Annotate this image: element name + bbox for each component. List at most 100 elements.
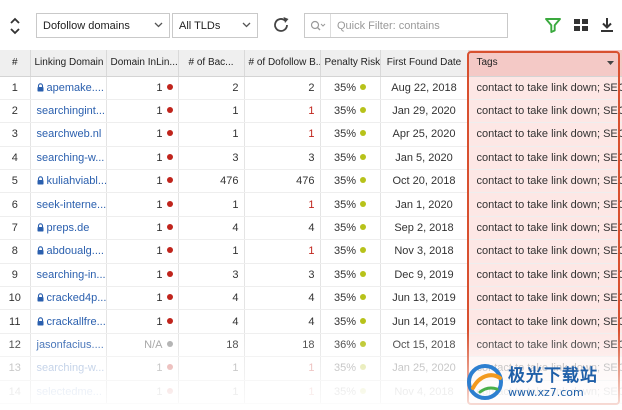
table-row[interactable]: 6 seek-interne... 1 1 1 35% Jan 1, 2020 contact… (0, 192, 622, 217)
lock-icon (37, 223, 43, 232)
tags-cell[interactable]: contact to take link down; SEO ... (468, 76, 622, 100)
watermark-logo-icon (467, 364, 503, 400)
column-header-tags[interactable]: Tags (468, 50, 622, 77)
linking-domain-cell: seek-interne... (30, 192, 107, 217)
backlinks-cell: 4 (178, 216, 245, 241)
risk-dot (360, 130, 367, 137)
domain-inlinks-value: 1 (156, 175, 163, 188)
risk-dot (360, 247, 367, 254)
row-number: 10 (0, 286, 31, 311)
search-options-button[interactable] (305, 14, 331, 37)
linking-domain-link[interactable]: searching-w... (37, 362, 105, 374)
dofollow-backlinks-cell: 1 (244, 380, 321, 404)
column-header-domain-inlinks[interactable]: Domain InLin... (106, 50, 179, 77)
linking-domain-link[interactable]: searching-w... (37, 152, 105, 164)
penalty-risk-value: 35% (333, 362, 357, 375)
domain-type-select-value: Dofollow domains (43, 19, 130, 32)
linking-domain-link[interactable]: preps.de (47, 222, 90, 234)
table-row[interactable]: 11 crackallfre... 1 4 4 35% Jun 14, 2019 contac… (0, 309, 622, 334)
column-header-penalty-risk[interactable]: Penalty Risk (320, 50, 381, 77)
table-row[interactable]: 7 preps.de 1 4 4 35% Sep 2, 2018 contact to tak… (0, 216, 622, 241)
tags-cell[interactable]: contact to take link down; SEO ... (468, 146, 622, 171)
table-row[interactable]: 8 abdoualg.... 1 1 1 35% Nov 3, 2018 contact to… (0, 239, 622, 264)
tags-cell[interactable]: contact to take link down; SEO ... (468, 309, 622, 334)
export-button[interactable] (598, 16, 616, 34)
linking-domain-link[interactable]: searchingint... (37, 105, 105, 117)
table-row[interactable]: 5 kuliahviabl... 1 476 476 35% Oct 20, 2018 con… (0, 169, 622, 194)
table-row[interactable]: 12 jasonfacius.... N/A 18 18 36% Oct 15, 2018 c… (0, 333, 622, 358)
penalty-risk-value: 35% (333, 315, 357, 328)
table-row[interactable]: 1 apemake.... 1 2 2 35% Aug 22, 2018 contact to… (0, 76, 622, 100)
table-row[interactable]: 2 searchingint... 1 1 1 35% Jan 29, 2020 contac… (0, 99, 622, 124)
linking-domain-cell: searchingint... (30, 99, 107, 124)
linking-domain-link[interactable]: kuliahviabl... (47, 175, 106, 187)
penalty-risk-cell: 35% (320, 286, 381, 311)
column-header-dofollow-backlinks[interactable]: # of Dofollow B... (244, 50, 321, 77)
tags-cell[interactable]: contact to take link down; SEO ... (468, 263, 622, 288)
penalty-risk-cell: 35% (320, 99, 381, 124)
linking-domain-link[interactable]: abdoualg.... (47, 245, 105, 257)
tags-cell[interactable]: contact to take link down; SEO ... (468, 99, 622, 124)
penalty-risk-value: 35% (333, 385, 357, 398)
linking-domain-cell: crackallfre... (30, 309, 107, 334)
linking-domain-cell: kuliahviabl... (30, 169, 107, 194)
table-row[interactable]: 4 searching-w... 1 3 3 35% Jan 5, 2020 contact … (0, 146, 622, 171)
penalty-risk-value: 35% (333, 105, 357, 118)
domain-inlinks-value: 1 (156, 222, 163, 235)
table-row[interactable]: 3 searchweb.nl 1 1 1 35% Apr 25, 2020 contact t… (0, 122, 622, 147)
column-header-first-found-date[interactable]: First Found Date (380, 50, 469, 77)
domain-inlinks-cell: 1 (106, 99, 179, 124)
refresh-button[interactable] (270, 14, 292, 36)
tags-cell[interactable]: contact to take link down; SEO ... (468, 192, 622, 217)
backlinks-table: # Linking Domain Domain InLin... # of Ba… (0, 50, 622, 404)
tld-select[interactable]: All TLDs (172, 13, 258, 38)
penalty-risk-cell: 35% (320, 239, 381, 264)
table-row[interactable]: 9 searching-in... 1 3 3 35% Dec 9, 2019 contact… (0, 263, 622, 288)
linking-domain-link[interactable]: crackallfre... (47, 316, 106, 328)
linking-domain-link[interactable]: jasonfacius.... (37, 339, 104, 351)
backlinks-cell: 1 (178, 192, 245, 217)
column-header-backlinks[interactable]: # of Bac... (178, 50, 245, 77)
column-header-linking-domain[interactable]: Linking Domain (30, 50, 107, 77)
quick-filter-input[interactable] (331, 14, 507, 37)
first-found-date-cell: Jan 25, 2020 (380, 356, 469, 381)
risk-dot (360, 224, 367, 231)
dofollow-backlinks-cell: 1 (244, 192, 321, 217)
tags-cell[interactable]: contact to take link down; SEO ... (468, 333, 622, 358)
row-number: 11 (0, 309, 31, 334)
tags-cell[interactable]: contact to take link down; SEO ... (468, 239, 622, 264)
tags-cell[interactable]: contact to take link down; SEO ... (468, 216, 622, 241)
tags-cell[interactable]: contact to take link down; SEO ... (468, 286, 622, 311)
linking-domain-link[interactable]: searchweb.nl (37, 128, 102, 140)
domain-inlinks-value: 1 (156, 105, 163, 118)
linking-domain-link[interactable]: searching-in... (37, 269, 106, 281)
sort-caret-down-icon[interactable] (606, 61, 614, 65)
tags-cell[interactable]: contact to take link down; SEO ... (468, 122, 622, 147)
penalty-risk-value: 35% (333, 175, 357, 188)
linking-domain-link[interactable]: apemake.... (47, 82, 104, 94)
domain-inlinks-value: 1 (156, 268, 163, 281)
first-found-date-cell: Sep 2, 2018 (380, 216, 469, 241)
row-number: 12 (0, 333, 31, 358)
domain-inlinks-value: 1 (156, 198, 163, 211)
domain-inlinks-value: 1 (156, 362, 163, 375)
table-row[interactable]: 10 cracked4p... 1 4 4 35% Jun 13, 2019 contact … (0, 286, 622, 311)
tags-cell[interactable]: contact to take link down; SEO ... (468, 169, 622, 194)
linking-domain-link[interactable]: seek-interne... (37, 199, 106, 211)
risk-dot (360, 294, 367, 301)
column-header-number[interactable]: # (0, 50, 31, 77)
row-number: 6 (0, 192, 31, 217)
linking-domain-link[interactable]: selectedme... (37, 386, 102, 398)
linking-domain-cell: apemake.... (30, 76, 107, 100)
penalty-risk-value: 35% (333, 128, 357, 141)
columns-button[interactable] (572, 16, 590, 34)
first-found-date-cell: Oct 20, 2018 (380, 169, 469, 194)
filter-button[interactable] (544, 16, 562, 34)
first-found-date-cell: Jun 13, 2019 (380, 286, 469, 311)
penalty-risk-cell: 35% (320, 309, 381, 334)
domain-inlinks-cell: 1 (106, 146, 179, 171)
collapse-toggle-button[interactable] (4, 14, 26, 38)
linking-domain-link[interactable]: cracked4p... (47, 292, 106, 304)
domain-type-select[interactable]: Dofollow domains (36, 13, 170, 38)
row-number: 4 (0, 146, 31, 171)
